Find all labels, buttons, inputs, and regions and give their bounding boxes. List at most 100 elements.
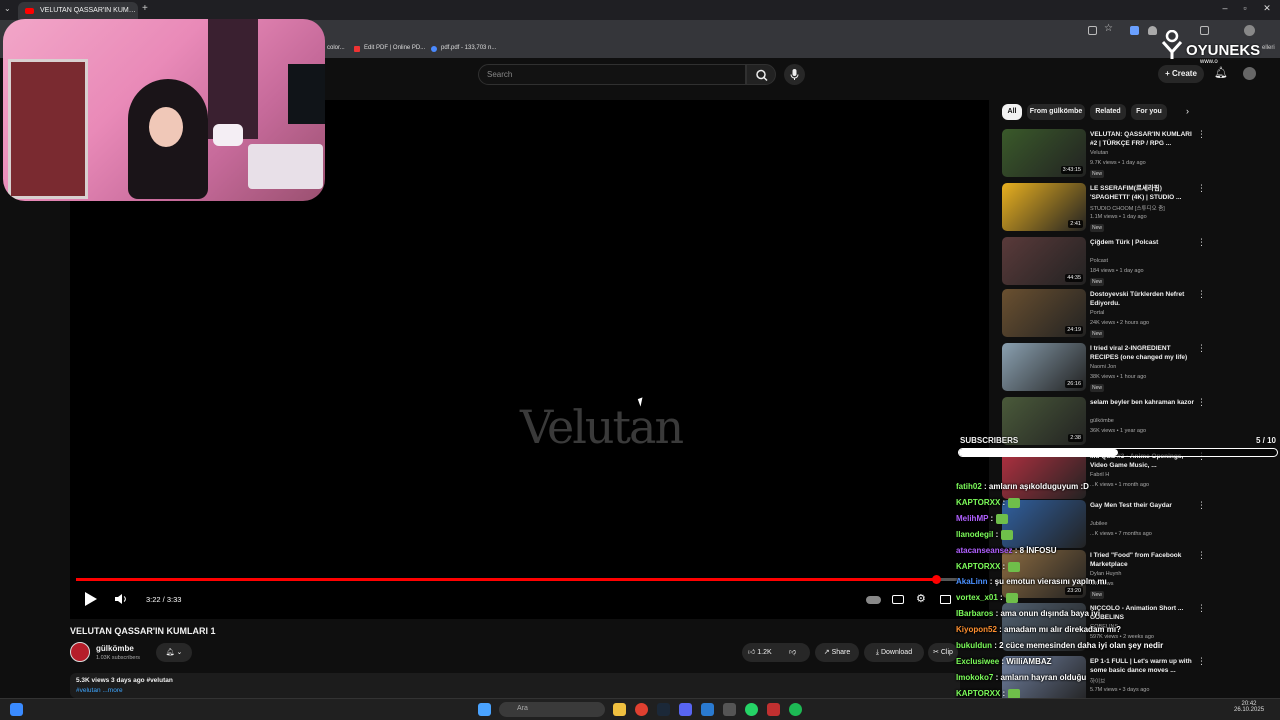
more-options-icon[interactable]: ⋮ [1197, 500, 1206, 511]
discord-icon[interactable] [679, 703, 692, 716]
video-thumbnail[interactable] [1002, 451, 1086, 499]
chip-from-channel[interactable]: From gülkömbe [1027, 104, 1085, 120]
close-window-icon[interactable]: ✕ [1258, 3, 1276, 14]
more-options-icon[interactable]: ⋮ [1197, 603, 1206, 614]
notifications-bell-icon[interactable]: 🔔︎ [1214, 66, 1228, 79]
download-button[interactable]: ⤓ Download [864, 643, 924, 662]
settings-gear-icon[interactable] [723, 703, 736, 716]
search-input[interactable]: Search [478, 64, 746, 85]
more-options-icon[interactable]: ⋮ [1197, 237, 1206, 248]
more-options-icon[interactable]: ⋮ [1197, 656, 1206, 667]
description-box[interactable]: 5.3K views 3 days ago #velutan #velutan … [70, 673, 960, 698]
dislike-button[interactable]: 👎︎ [789, 643, 796, 662]
browser-tab-active[interactable]: VELUTAN QASSAR'IN KUM… [18, 2, 138, 20]
chevron-right-icon[interactable]: › [1186, 106, 1189, 116]
related-video-title[interactable]: VELUTAN: QASSAR'IN KUMLARI #2 | TÜRKÇE F… [1090, 130, 1198, 148]
related-video-channel[interactable]: Jubilee [1090, 521, 1107, 527]
spotify-icon[interactable] [789, 703, 802, 716]
autoplay-toggle[interactable] [866, 596, 881, 604]
captions-icon[interactable] [892, 595, 904, 604]
more-options-icon[interactable]: ⋮ [1197, 289, 1206, 300]
bookmark-item[interactable]: Edit PDF | Online PD... [364, 45, 425, 51]
related-video-channel[interactable]: gülkömbe [1090, 418, 1114, 424]
more-options-icon[interactable]: ⋮ [1197, 183, 1206, 194]
new-tab-button[interactable]: + [142, 3, 148, 14]
related-video-channel[interactable]: Velutan [1090, 150, 1108, 156]
bookmark-item[interactable]: color... [327, 45, 345, 51]
share-button[interactable]: ↗ Share [815, 643, 859, 662]
miniplayer-icon[interactable] [940, 595, 951, 604]
shield-icon[interactable] [1148, 26, 1157, 35]
puzzle-icon[interactable] [1200, 26, 1209, 35]
related-video-item[interactable]: 24:19 Dostoyevski Türklerden Nefret Ediyo… [1002, 289, 1212, 339]
minimize-icon[interactable]: – [1216, 3, 1234, 13]
windows-start-icon[interactable] [10, 703, 23, 716]
bookmark-star-icon[interactable]: ☆ [1104, 23, 1113, 34]
video-thumbnail[interactable]: 3:43:15 [1002, 129, 1086, 177]
related-video-item[interactable]: 2:41 LE SSERAFIM(르세라핌) 'SPAGHETTI' (4K) |… [1002, 183, 1212, 233]
tab-list-icon[interactable]: ⌄ [4, 4, 11, 13]
maximize-icon[interactable]: ▫ [1236, 3, 1254, 13]
more-options-icon[interactable]: ⋮ [1197, 129, 1206, 140]
settings-gear-icon[interactable]: ⚙ [916, 592, 926, 605]
clock[interactable]: 20:42 26.10.2025 [1234, 701, 1264, 713]
clip-button[interactable]: ✂ Clip [928, 643, 958, 662]
app-icon[interactable] [767, 703, 780, 716]
related-video-item[interactable]: 23:20 I Tried "Food" from Facebook Market… [1002, 550, 1212, 600]
related-video-title[interactable]: selam beyler ben kahraman kazor [1090, 398, 1198, 407]
taskbar-search-input[interactable]: Ara [499, 702, 605, 717]
video-thumbnail[interactable]: 44:35 [1002, 237, 1086, 285]
more-options-icon[interactable]: ⋮ [1197, 397, 1206, 408]
chrome-icon[interactable] [635, 703, 648, 716]
volume-button[interactable] [114, 593, 128, 607]
channel-avatar[interactable] [70, 642, 90, 662]
profile-icon[interactable] [1244, 25, 1255, 36]
chip-related[interactable]: Related [1090, 104, 1126, 120]
create-button[interactable]: + Create [1158, 65, 1204, 83]
video-thumbnail[interactable]: 2:41 [1002, 183, 1086, 231]
bookmark-item[interactable]: pdf.pdf - 133,703 n... [441, 45, 496, 51]
progress-scrubber[interactable] [932, 575, 941, 584]
file-explorer-icon[interactable] [613, 703, 626, 716]
avatar[interactable] [1243, 67, 1256, 80]
related-video-title[interactable]: LE SSERAFIM(르세라핌) 'SPAGHETTI' (4K) | STU… [1090, 184, 1198, 202]
related-video-item[interactable]: Gay Men Test their Gaydar Jubilee ...K vie… [1002, 500, 1212, 550]
related-video-title[interactable]: Dostoyevski Türklerden Nefret Ediyordu. [1090, 290, 1198, 308]
subscribe-bell-button[interactable]: 🔔︎ ⌄ [156, 643, 192, 662]
progress-bar-played[interactable] [76, 578, 936, 581]
related-video-channel[interactable]: 하이브 [1090, 677, 1105, 685]
related-video-title[interactable]: EP 1-1 FULL | Let's warm up with some ba… [1090, 657, 1198, 675]
windows-logo-icon[interactable] [478, 703, 491, 716]
video-thumbnail[interactable]: 23:20 [1002, 550, 1086, 598]
like-button[interactable]: 👍︎ 1.2K [748, 649, 772, 656]
play-button[interactable] [82, 591, 98, 609]
related-video-title[interactable]: Çiğdem Türk | Polcast [1090, 238, 1198, 247]
related-video-channel[interactable]: Naomi Jon [1090, 364, 1116, 370]
related-video-title[interactable]: I Tried "Food" from Facebook Marketplace [1090, 551, 1198, 569]
more-options-icon[interactable]: ⋮ [1197, 343, 1206, 354]
related-video-channel[interactable]: Portal [1090, 310, 1104, 316]
search-button[interactable] [746, 64, 776, 85]
related-video-item[interactable]: 44:35 Çiğdem Türk | Polcast Polcast 184 vie… [1002, 237, 1212, 287]
video-thumbnail[interactable]: 26:16 [1002, 343, 1086, 391]
related-video-item[interactable]: 26:16 I tried viral 2-INGREDIENT RECIPES … [1002, 343, 1212, 393]
chip-for-you[interactable]: For you [1131, 104, 1167, 120]
video-thumbnail[interactable]: 24:19 [1002, 289, 1086, 337]
voice-search-button[interactable] [784, 64, 805, 85]
related-video-item[interactable]: ...d Quiz #3 - Anime Openings, Video Gam… [1002, 451, 1212, 501]
steam-icon[interactable] [657, 703, 670, 716]
related-video-item[interactable]: 3:43:15 VELUTAN: QASSAR'IN KUMLARI #2 | T… [1002, 129, 1212, 179]
related-video-channel[interactable]: Fabril H [1090, 472, 1109, 478]
app-icon[interactable] [701, 703, 714, 716]
more-options-icon[interactable]: ⋮ [1197, 550, 1206, 561]
extension-icon[interactable] [1130, 26, 1139, 35]
chip-all[interactable]: All [1002, 104, 1022, 120]
whatsapp-icon[interactable] [745, 703, 758, 716]
channel-name[interactable]: gülkömbe [96, 644, 134, 653]
related-video-channel[interactable]: Polcast [1090, 258, 1108, 264]
related-video-title[interactable]: I tried viral 2-INGREDIENT RECIPES (one … [1090, 344, 1198, 362]
related-video-title[interactable]: Gay Men Test their Gaydar [1090, 501, 1198, 510]
related-video-channel[interactable]: STUDIO CHOOM [스튜디오 춤] [1090, 204, 1165, 212]
related-video-title[interactable]: NICCOLO - Animation Short ... GOBELINS [1090, 604, 1198, 622]
cast-icon[interactable] [1088, 26, 1097, 35]
